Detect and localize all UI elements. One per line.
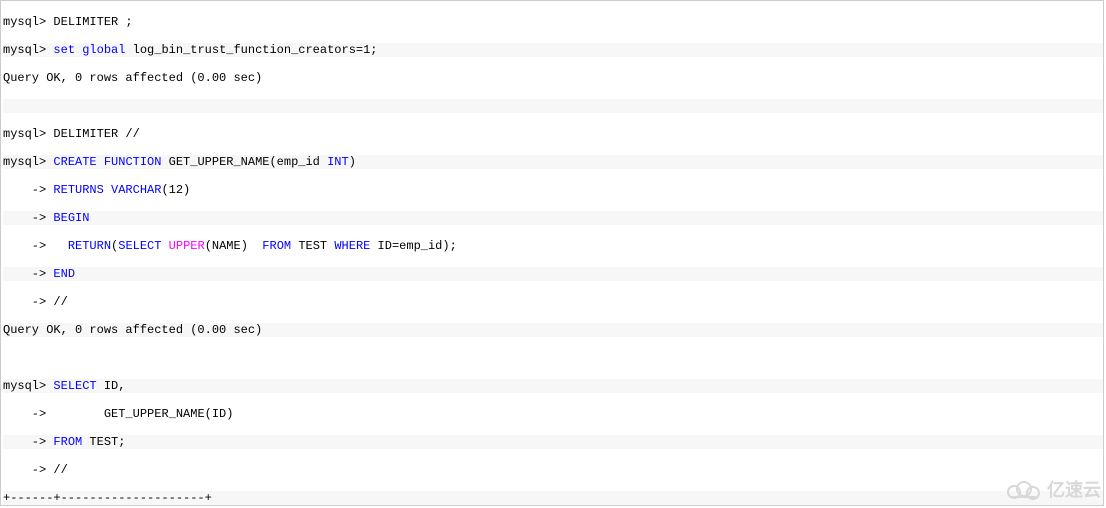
line-10: -> // <box>3 295 1103 309</box>
line-15: -> FROM TEST; <box>3 435 1103 449</box>
line-8: -> RETURN(SELECT UPPER(NAME) FROM TEST W… <box>3 239 1103 253</box>
line-13: mysql> SELECT ID, <box>3 379 1103 393</box>
line-3 <box>3 99 1103 113</box>
line-9: -> END <box>3 267 1103 281</box>
line-14: -> GET_UPPER_NAME(ID) <box>3 407 1103 421</box>
line-1: mysql> set global log_bin_trust_function… <box>3 43 1103 57</box>
line-16: -> // <box>3 463 1103 477</box>
line-7: -> BEGIN <box>3 211 1103 225</box>
line-11: Query OK, 0 rows affected (0.00 sec) <box>3 323 1103 337</box>
line-17: +------+--------------------+ <box>3 491 1103 505</box>
line-2: Query OK, 0 rows affected (0.00 sec) <box>3 71 1103 85</box>
line-4: mysql> DELIMITER // <box>3 127 1103 141</box>
mysql-terminal[interactable]: mysql> DELIMITER ; mysql> set global log… <box>0 0 1104 506</box>
line-12 <box>3 351 1103 365</box>
line-6: -> RETURNS VARCHAR(12) <box>3 183 1103 197</box>
line-5: mysql> CREATE FUNCTION GET_UPPER_NAME(em… <box>3 155 1103 169</box>
line-0: mysql> DELIMITER ; <box>3 15 1103 29</box>
